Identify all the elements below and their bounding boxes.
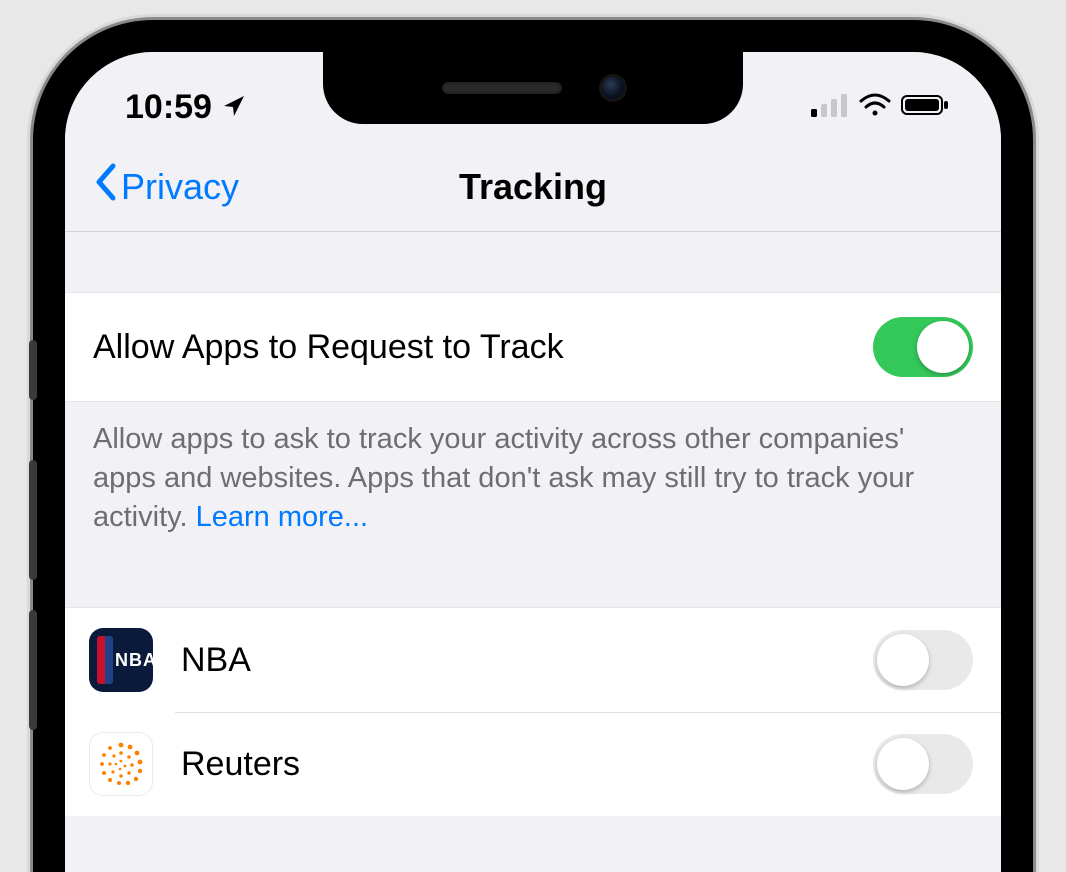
earpiece-speaker bbox=[442, 82, 562, 94]
battery-icon bbox=[901, 93, 949, 122]
app-name-label: NBA bbox=[181, 641, 873, 680]
front-camera bbox=[602, 77, 624, 99]
chevron-left-icon bbox=[93, 162, 119, 211]
content-scroll[interactable]: Allow Apps to Request to Track Allow app… bbox=[65, 232, 1001, 816]
app-row-nba: NBA NBA bbox=[65, 608, 1001, 712]
cellular-signal-icon bbox=[811, 93, 849, 122]
page-title: Tracking bbox=[459, 166, 607, 208]
master-toggle-section: Allow Apps to Request to Track bbox=[65, 292, 1001, 402]
volume-up-button[interactable] bbox=[29, 460, 37, 580]
allow-apps-to-track-toggle[interactable] bbox=[873, 317, 973, 377]
phone-frame: 10:59 bbox=[33, 20, 1033, 872]
location-services-icon bbox=[222, 88, 246, 127]
allow-apps-to-track-label: Allow Apps to Request to Track bbox=[93, 328, 873, 367]
learn-more-link[interactable]: Learn more... bbox=[196, 501, 368, 533]
allow-apps-to-track-row: Allow Apps to Request to Track bbox=[65, 293, 1001, 401]
nba-app-icon: NBA bbox=[89, 628, 153, 692]
nba-tracking-toggle[interactable] bbox=[873, 630, 973, 690]
back-button[interactable]: Privacy bbox=[93, 162, 239, 211]
volume-down-button[interactable] bbox=[29, 610, 37, 730]
notch bbox=[323, 52, 743, 124]
reuters-app-icon bbox=[89, 732, 153, 796]
screen: 10:59 bbox=[65, 52, 1001, 872]
app-list-section: NBA NBA bbox=[65, 607, 1001, 816]
back-label: Privacy bbox=[121, 166, 239, 208]
wifi-icon bbox=[859, 93, 891, 122]
mute-switch[interactable] bbox=[29, 340, 37, 400]
app-row-reuters: Reuters bbox=[65, 712, 1001, 816]
app-name-label: Reuters bbox=[181, 745, 873, 784]
section-footer-text: Allow apps to ask to track your activity… bbox=[65, 402, 1001, 567]
navigation-bar: Privacy Tracking bbox=[65, 142, 1001, 232]
status-time: 10:59 bbox=[125, 88, 212, 127]
reuters-tracking-toggle[interactable] bbox=[873, 734, 973, 794]
